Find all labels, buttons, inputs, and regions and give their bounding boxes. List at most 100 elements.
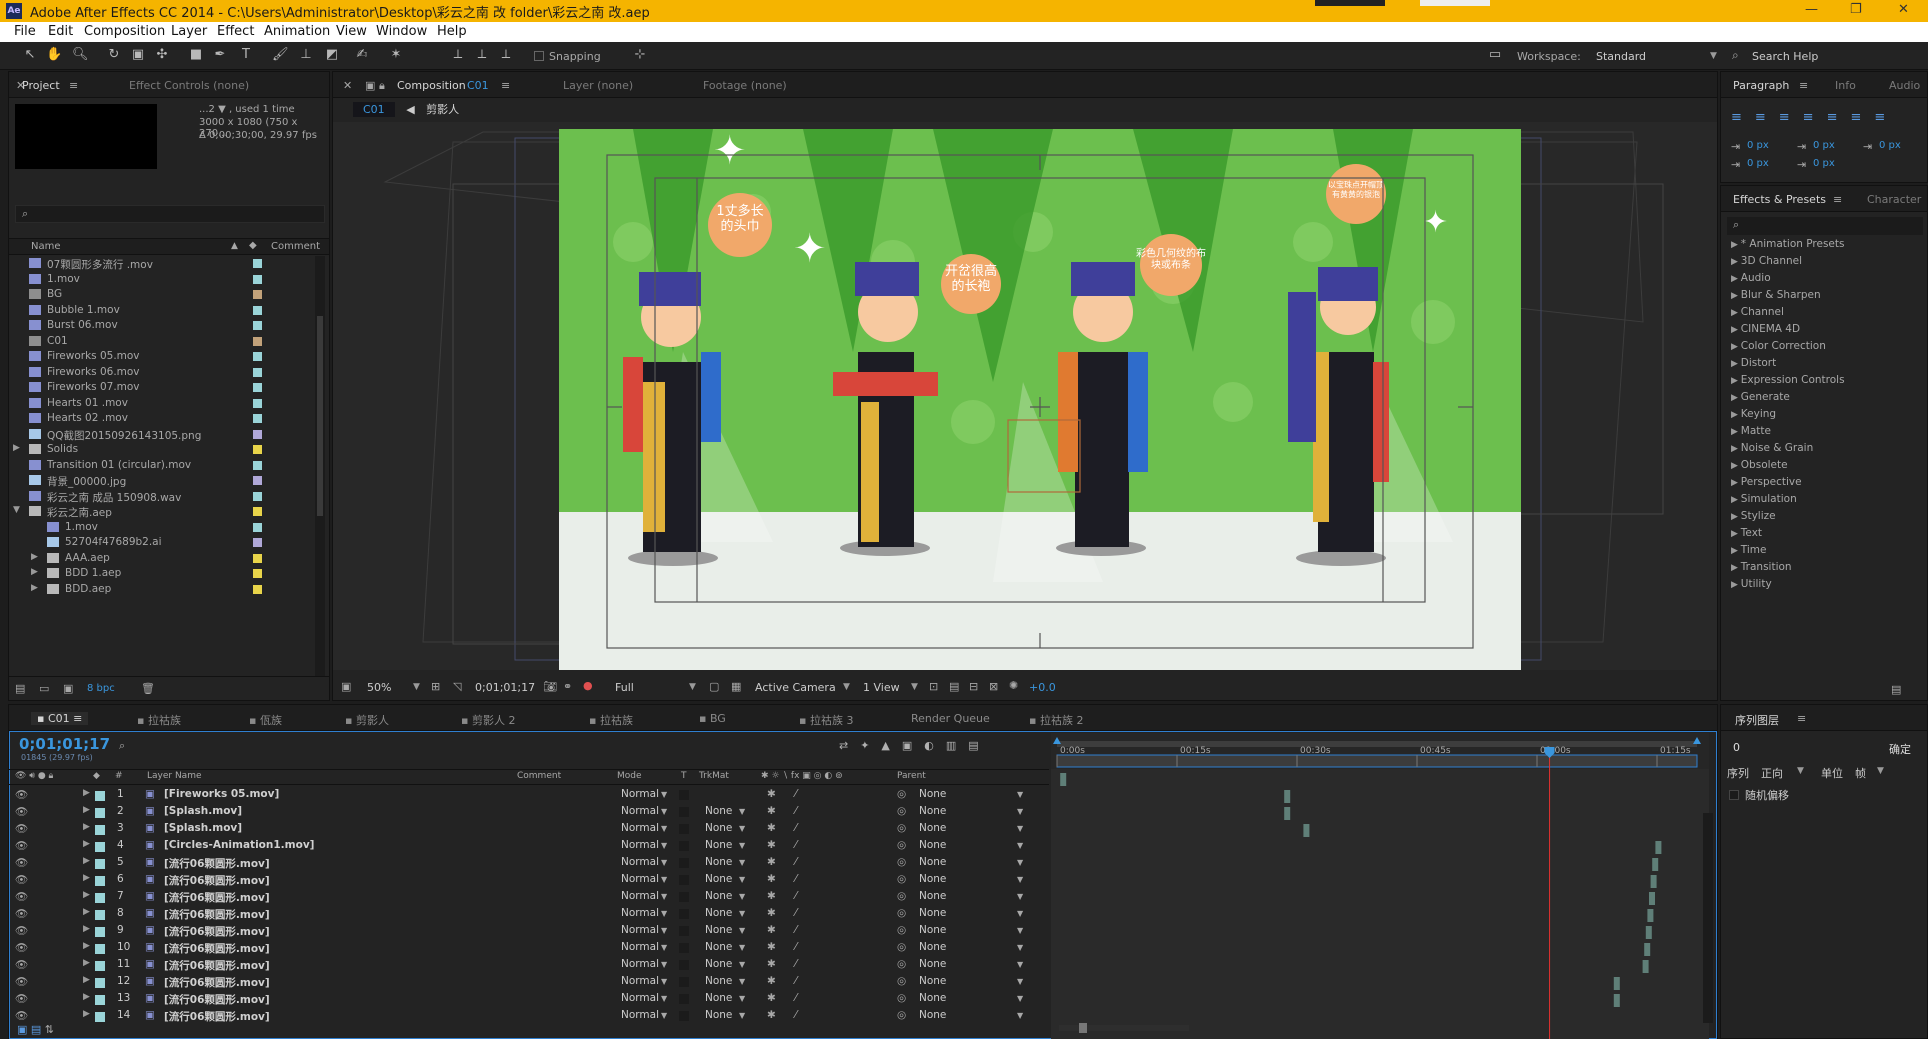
menu-file[interactable]: File	[14, 24, 36, 39]
col-comment[interactable]: Comment	[517, 771, 561, 781]
mask-visibility-icon[interactable]: ◹	[453, 680, 461, 693]
tab-paragraph[interactable]: Paragraph	[1733, 79, 1789, 92]
minimize-icon[interactable]: —	[1805, 2, 1818, 17]
flowchart-icon[interactable]: ⊠	[989, 680, 998, 693]
parent-select[interactable]: None	[919, 805, 946, 817]
effect-category[interactable]: ▶ Generate	[1731, 391, 1790, 403]
expand-arrow-icon[interactable]: ▼	[13, 505, 20, 515]
project-item[interactable]: QQ截图20150926143105.png	[9, 427, 309, 442]
layer-name[interactable]: [Circles-Animation1.mov]	[164, 839, 314, 851]
eye-icon[interactable]: 👁︎	[15, 958, 28, 971]
layer-duration-bar[interactable]	[1645, 926, 1652, 939]
expand-arrow-icon[interactable]: ▶	[1731, 291, 1741, 301]
layer-duration-bar[interactable]	[1284, 790, 1291, 803]
parent-dropdown-icon[interactable]: ▼	[1017, 858, 1023, 867]
seq-unit-select[interactable]: 帧	[1855, 765, 1866, 781]
label-swatch[interactable]	[95, 791, 105, 801]
preserve-transparency-checkbox[interactable]	[679, 892, 689, 902]
label-swatch[interactable]	[253, 352, 262, 361]
view-layout-select[interactable]: 1 View	[863, 681, 900, 694]
label-swatch[interactable]	[95, 893, 105, 903]
trkmat-select[interactable]: None	[705, 924, 732, 936]
label-swatch[interactable]	[253, 336, 262, 346]
fast-preview-icon[interactable]: ▤	[949, 680, 959, 693]
camera-tool-icon[interactable]: ▣	[130, 47, 146, 63]
project-item[interactable]: 07颗圆形多流行 .mov	[9, 256, 309, 271]
expand-arrow-icon[interactable]: ▶	[1731, 495, 1741, 505]
transparency-grid-icon[interactable]: ▦	[731, 680, 741, 693]
mode-dropdown-icon[interactable]: ▼	[661, 841, 667, 850]
camera-dropdown-icon[interactable]: ▼	[843, 682, 850, 692]
timeline-icon[interactable]: ⊟	[969, 680, 978, 693]
layer-duration-bar[interactable]	[1652, 858, 1659, 871]
parent-dropdown-icon[interactable]: ▼	[1017, 1011, 1023, 1020]
tab-menu-icon[interactable]: ≡	[69, 79, 78, 92]
eye-icon[interactable]: 👁︎	[15, 941, 28, 954]
col-parent[interactable]: Parent	[897, 771, 926, 781]
menu-edit[interactable]: Edit	[48, 24, 73, 39]
workspace-dropdown-icon[interactable]: ▼	[1710, 51, 1717, 61]
layer-duration-bar[interactable]	[1650, 875, 1657, 888]
parent-pickwhip-icon[interactable]: ◎	[897, 788, 906, 800]
layer-duration-bar[interactable]	[1303, 824, 1310, 837]
effect-category[interactable]: ▶ Time	[1731, 544, 1767, 556]
view-axis-icon[interactable]: ⟂	[498, 47, 514, 63]
indent-right-value[interactable]: 0 px	[1879, 140, 1901, 151]
effects-new-icon[interactable]: ▤	[1891, 683, 1901, 696]
parent-pickwhip-icon[interactable]: ◎	[897, 822, 906, 834]
parent-select[interactable]: None	[919, 975, 946, 987]
mode-dropdown-icon[interactable]: ▼	[661, 892, 667, 901]
project-item[interactable]: Transition 01 (circular).mov	[9, 458, 309, 473]
project-item[interactable]: ▶ BDD.aep	[9, 582, 309, 597]
timeline-tab[interactable]: ▪ BG	[699, 712, 726, 725]
project-item[interactable]: 彩云之南 成品 150908.wav	[9, 489, 309, 504]
shy-switch-icon[interactable]: ✱	[767, 941, 776, 953]
shy-switch-icon[interactable]: ✱	[767, 873, 776, 885]
parent-pickwhip-icon[interactable]: ◎	[897, 975, 906, 987]
project-item[interactable]: BG	[9, 287, 309, 302]
layer-name[interactable]: [Fireworks 05.mov]	[164, 788, 279, 800]
seq-direction-select[interactable]: 正向	[1761, 765, 1783, 781]
parent-pickwhip-icon[interactable]: ◎	[897, 890, 906, 902]
label-swatch[interactable]	[95, 842, 105, 852]
layer-row[interactable]: 👁︎ ▶ 9 ▣ [流行06颗圆形.mov] Normal ▼ None ▼ ✱ ⁄ ◎ None ▼	[9, 923, 1029, 940]
project-item[interactable]: 1.mov	[9, 272, 309, 287]
parent-dropdown-icon[interactable]: ▼	[1017, 875, 1023, 884]
mode-select[interactable]: Normal	[621, 873, 659, 885]
trkmat-select[interactable]: None	[705, 890, 732, 902]
preserve-transparency-checkbox[interactable]	[679, 1011, 689, 1021]
roto-brush-tool-icon[interactable]: ✍	[354, 47, 370, 63]
quality-switch-icon[interactable]: ⁄	[795, 822, 797, 834]
mode-select[interactable]: Normal	[621, 992, 659, 1004]
expand-arrow-icon[interactable]: ▶	[83, 856, 90, 866]
tab-effects-presets[interactable]: Effects & Presets	[1733, 193, 1826, 206]
label-swatch[interactable]	[95, 859, 105, 869]
mode-dropdown-icon[interactable]: ▼	[661, 875, 667, 884]
expand-arrow-icon[interactable]: ▶	[1731, 274, 1741, 284]
layer-duration-bar[interactable]	[1613, 994, 1620, 1007]
local-axis-icon[interactable]: ⟂	[450, 47, 466, 63]
timeline-tab[interactable]: ▪ 佤族	[249, 712, 282, 728]
layer-row[interactable]: 👁︎ ▶ 2 ▣ [Splash.mov] Normal ▼ None ▼ ✱ ⁄ ◎ None ▼	[9, 804, 1029, 821]
close-icon[interactable]: ✕	[1898, 2, 1909, 17]
effect-category[interactable]: ▶ Obsolete	[1731, 459, 1788, 471]
label-swatch[interactable]	[253, 274, 262, 284]
label-swatch[interactable]	[253, 553, 262, 563]
project-item[interactable]: 1.mov	[9, 520, 309, 535]
tab-sequence-layers[interactable]: 序列图层	[1735, 712, 1779, 728]
project-item[interactable]: Fireworks 06.mov	[9, 365, 309, 380]
shy-switch-icon[interactable]: ✱	[767, 1009, 776, 1021]
parent-select[interactable]: None	[919, 788, 946, 800]
current-time-display[interactable]: 0;01;01;17	[475, 681, 535, 694]
expand-arrow-icon[interactable]: ▶	[1731, 546, 1741, 556]
shy-switch-icon[interactable]: ✱	[767, 822, 776, 834]
preserve-transparency-checkbox[interactable]	[679, 960, 689, 970]
project-item[interactable]: Hearts 01 .mov	[9, 396, 309, 411]
maximize-icon[interactable]: ❐	[1850, 2, 1862, 17]
expand-arrow-icon[interactable]: ▶	[1731, 240, 1741, 250]
parent-pickwhip-icon[interactable]: ◎	[897, 805, 906, 817]
trkmat-select[interactable]: None	[705, 958, 732, 970]
layer-row[interactable]: 👁︎ ▶ 13 ▣ [流行06颗圆形.mov] Normal ▼ None ▼ ✱ ⁄ ◎ None ▼	[9, 991, 1029, 1008]
mode-select[interactable]: Normal	[621, 822, 659, 834]
rotate-tool-icon[interactable]: ↻	[106, 47, 122, 63]
